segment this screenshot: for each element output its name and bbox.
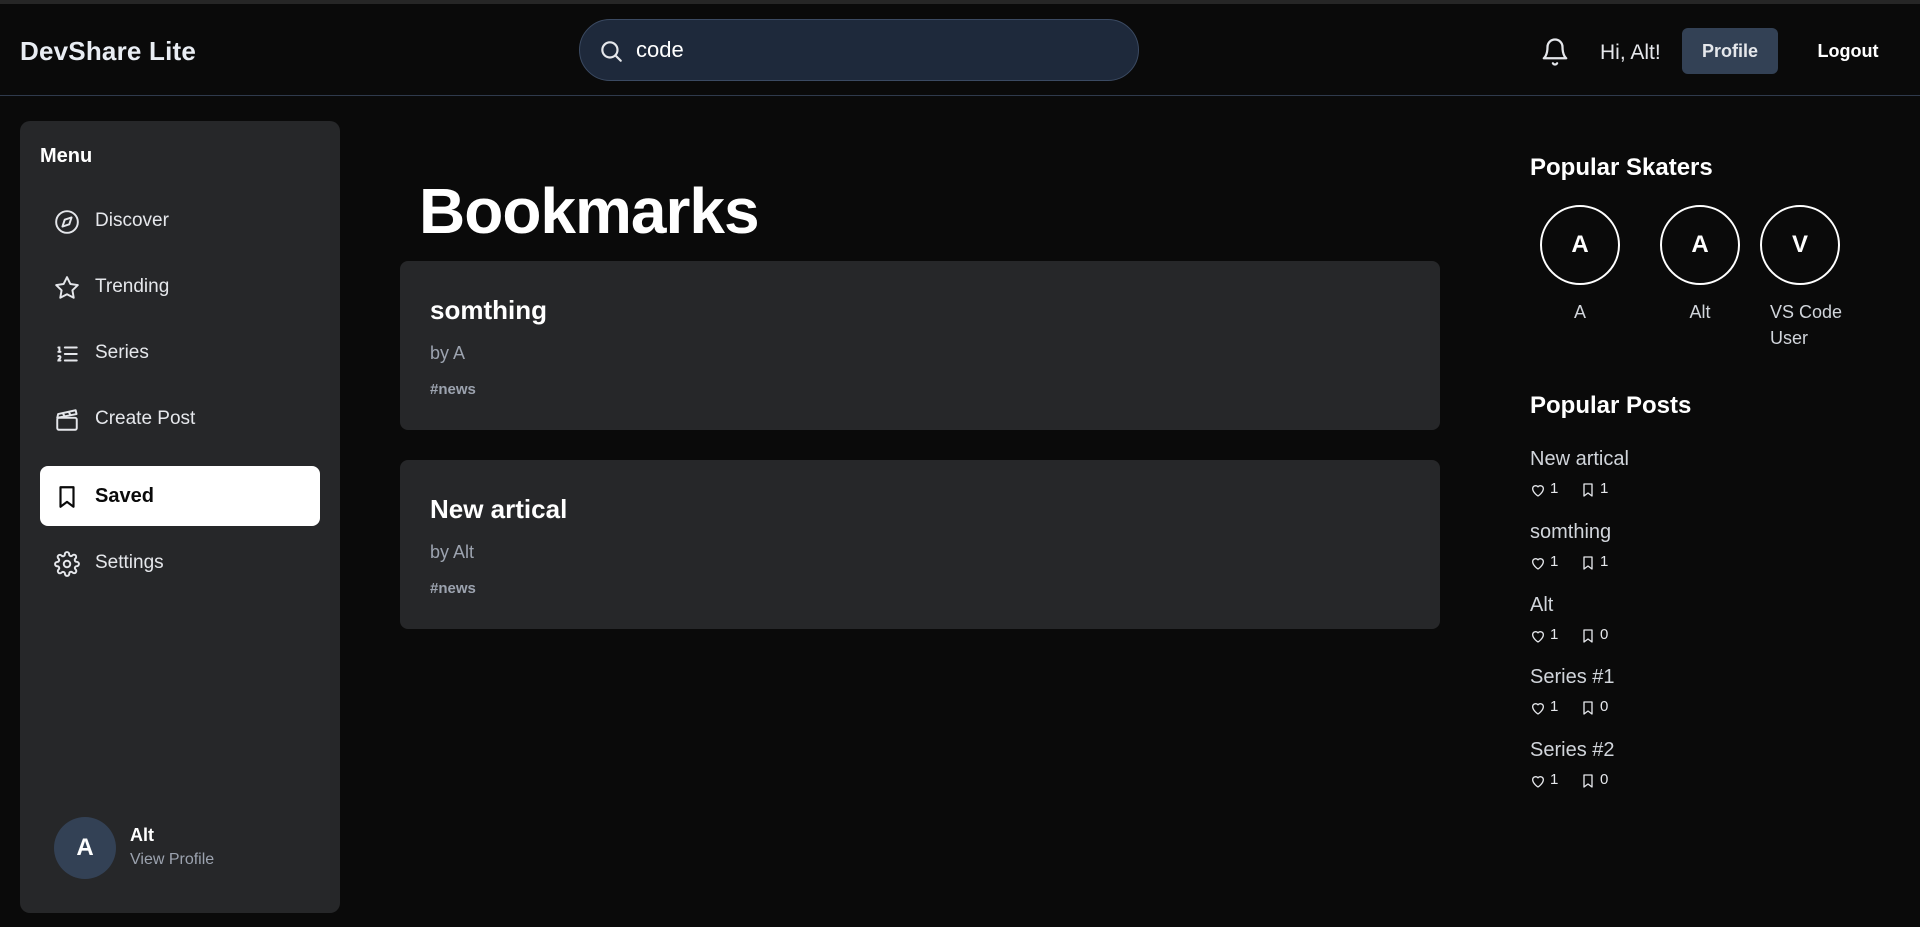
- skater-name: VS Code User: [1770, 302, 1843, 348]
- sidebar-item-label: Trending: [95, 276, 170, 297]
- card-title[interactable]: somthing: [430, 295, 547, 326]
- bookmark-icon: [1583, 483, 1593, 497]
- bookmark-count-value: 0: [1600, 698, 1609, 715]
- popular-post-title[interactable]: Alt: [1530, 594, 1553, 617]
- like-count-value: 1: [1550, 771, 1559, 788]
- heart-icon: [1532, 558, 1544, 570]
- like-count-value: 1: [1550, 553, 1559, 570]
- bookmark-icon: [1583, 629, 1593, 643]
- avatar[interactable]: A: [1660, 205, 1740, 285]
- card-tag[interactable]: #news: [430, 580, 476, 597]
- card-author: by Alt: [430, 542, 475, 562]
- sidebar-item-trending[interactable]: Trending: [40, 257, 320, 317]
- popular-posts-title: Popular Posts: [1530, 392, 1692, 419]
- sidebar-user[interactable]: A Alt View Profile: [54, 817, 314, 879]
- popular-post-item[interactable]: Series #1 1 0: [1530, 666, 1830, 726]
- avatar[interactable]: A: [1540, 205, 1620, 285]
- bookmark-count-value: 0: [1600, 626, 1609, 643]
- like-count-value: 1: [1550, 698, 1559, 715]
- bookmark-count-value: 1: [1600, 553, 1609, 570]
- top-bar: DevShare Lite Hi, Alt! Profile Logout: [0, 4, 1920, 96]
- like-count-value: 1: [1550, 480, 1559, 497]
- star-icon: [55, 276, 79, 299]
- logout-button[interactable]: Logout: [1800, 28, 1896, 74]
- sidebar-item-discover[interactable]: Discover: [40, 191, 320, 251]
- page-title: Bookmarks: [419, 175, 760, 247]
- menu-title: Menu: [40, 145, 93, 167]
- bookmark-icon: [1583, 556, 1593, 570]
- sidebar-item-label: Series: [95, 342, 149, 363]
- skater-name: Alt: [1689, 302, 1711, 322]
- search-bar[interactable]: [579, 19, 1139, 81]
- popular-post-item[interactable]: somthing 1 1: [1530, 521, 1830, 581]
- popular-post-title[interactable]: New artical: [1530, 448, 1629, 471]
- bookmark-card[interactable]: New artical by Alt #news: [400, 460, 1440, 629]
- bookmark-count-value: 1: [1600, 480, 1609, 497]
- user-name: Alt: [130, 825, 154, 845]
- popular-post-item[interactable]: Alt 1 0: [1530, 594, 1830, 654]
- heart-icon: [1532, 776, 1544, 788]
- view-profile-link[interactable]: View Profile: [130, 851, 214, 869]
- app-window: DevShare Lite Hi, Alt! Profile Logout Me…: [0, 0, 1920, 929]
- profile-button[interactable]: Profile: [1682, 28, 1778, 74]
- popular-post-item[interactable]: Series #2 1 0: [1530, 739, 1830, 799]
- search-input[interactable]: [636, 32, 1116, 68]
- avatar[interactable]: V: [1760, 205, 1840, 285]
- clapperboard-icon: [56, 409, 78, 431]
- sidebar-item-label: Create Post: [95, 408, 196, 429]
- list-icon: [57, 346, 78, 362]
- sidebar-item-label: Settings: [95, 552, 164, 573]
- greeting-text: Hi, Alt!: [1600, 41, 1661, 64]
- popular-post-title[interactable]: Series #2: [1530, 739, 1615, 762]
- sidebar-item-label: Discover: [95, 210, 169, 231]
- skater-name: A: [1573, 302, 1586, 322]
- search-icon: [601, 41, 622, 62]
- popular-post-item[interactable]: New artical 1 1: [1530, 448, 1830, 508]
- popular-post-title[interactable]: somthing: [1530, 521, 1611, 544]
- sidebar-item-create-post[interactable]: Create Post: [40, 389, 320, 449]
- heart-icon: [1532, 485, 1544, 497]
- avatar[interactable]: A: [54, 817, 116, 879]
- bookmark-count-value: 0: [1600, 771, 1609, 788]
- sidebar-item-series[interactable]: Series: [40, 323, 320, 383]
- sidebar-item-saved[interactable]: Saved: [40, 466, 320, 526]
- bell-icon[interactable]: [1540, 36, 1570, 68]
- card-title[interactable]: New artical: [430, 494, 567, 525]
- like-count-value: 1: [1550, 626, 1559, 643]
- bookmark-icon: [1583, 701, 1593, 715]
- heart-icon: [1532, 631, 1544, 643]
- popular-post-title[interactable]: Series #1: [1530, 666, 1615, 689]
- bookmark-card[interactable]: somthing by A #news: [400, 261, 1440, 430]
- compass-icon: [55, 210, 79, 234]
- sidebar-item-settings[interactable]: Settings: [40, 533, 320, 593]
- gear-icon: [54, 551, 80, 577]
- bookmark-icon: [1583, 774, 1593, 788]
- bookmark-icon: [59, 486, 75, 508]
- card-tag[interactable]: #news: [430, 381, 476, 398]
- sidebar-item-label: Saved: [95, 485, 154, 507]
- card-author: by A: [430, 343, 466, 363]
- brand-logo[interactable]: DevShare Lite: [20, 36, 196, 67]
- popular-skaters-title: Popular Skaters: [1530, 154, 1713, 181]
- sidebar: Menu Discover Trending Series Create Pos…: [20, 121, 340, 913]
- heart-icon: [1532, 703, 1544, 715]
